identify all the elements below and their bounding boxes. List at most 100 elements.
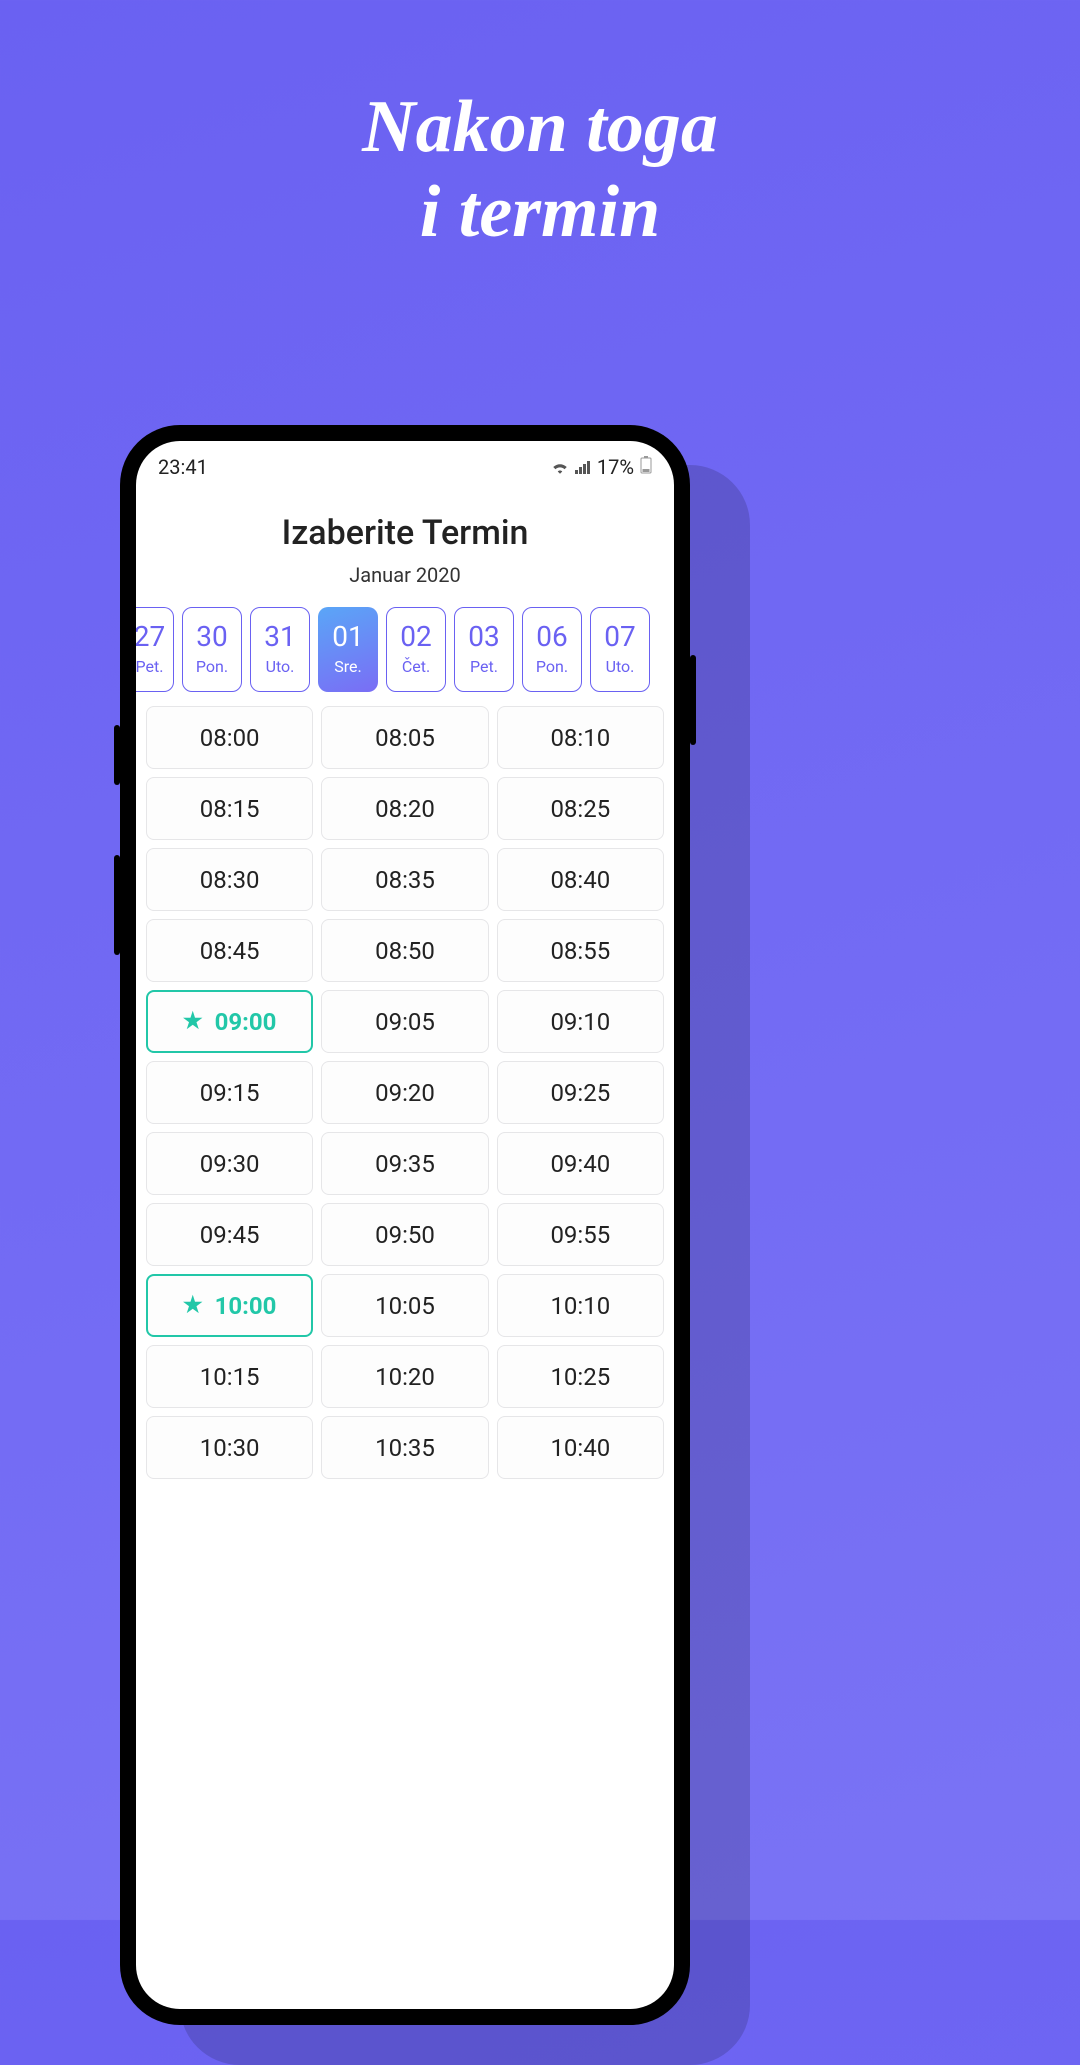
date-day: Uto. xyxy=(266,657,295,676)
time-slot[interactable]: 08:50 xyxy=(321,919,488,982)
time-label: 10:15 xyxy=(200,1363,260,1391)
time-slot[interactable]: 10:05 xyxy=(321,1274,488,1337)
time-label: 09:00 xyxy=(215,1008,277,1036)
star-icon: ★ xyxy=(183,1293,203,1318)
date-day: Pet. xyxy=(136,657,163,676)
date-number: 30 xyxy=(196,623,227,651)
time-label: 10:35 xyxy=(375,1434,435,1462)
date-day: Sre. xyxy=(334,657,361,676)
time-slot[interactable]: 10:25 xyxy=(497,1345,664,1408)
time-slot[interactable]: 09:20 xyxy=(321,1061,488,1124)
date-number: 07 xyxy=(604,623,635,651)
date-day: Uto. xyxy=(606,657,635,676)
time-slot[interactable]: 10:35 xyxy=(321,1416,488,1479)
time-slot[interactable]: 10:20 xyxy=(321,1345,488,1408)
time-label: 08:50 xyxy=(375,937,435,965)
battery-icon xyxy=(640,455,652,479)
time-slot[interactable]: 08:55 xyxy=(497,919,664,982)
phone-volume-up xyxy=(114,725,120,785)
time-slot[interactable]: 08:15 xyxy=(146,777,313,840)
time-slot[interactable]: 09:15 xyxy=(146,1061,313,1124)
date-day: Čet. xyxy=(402,657,430,676)
date-day: Pet. xyxy=(470,657,498,676)
time-label: 08:45 xyxy=(200,937,260,965)
time-label: 09:15 xyxy=(200,1079,260,1107)
wifi-icon xyxy=(551,455,569,479)
time-label: 09:55 xyxy=(550,1221,610,1249)
date-number: 06 xyxy=(536,623,567,651)
time-slot[interactable]: 08:20 xyxy=(321,777,488,840)
date-number: 03 xyxy=(468,623,499,651)
time-label: 10:30 xyxy=(200,1434,260,1462)
time-slot[interactable]: 08:25 xyxy=(497,777,664,840)
time-slot[interactable]: 09:05 xyxy=(321,990,488,1053)
date-card[interactable]: 30 Pon. xyxy=(182,607,242,692)
time-label: 08:00 xyxy=(200,724,260,752)
date-day: Pon. xyxy=(536,657,568,676)
star-icon: ★ xyxy=(183,1009,203,1034)
time-slot[interactable]: ★ 09:00 xyxy=(146,990,313,1053)
time-slot[interactable]: 10:15 xyxy=(146,1345,313,1408)
time-label: 08:30 xyxy=(200,866,260,894)
time-slot[interactable]: ★ 10:00 xyxy=(146,1274,313,1337)
time-slot[interactable]: 09:35 xyxy=(321,1132,488,1195)
date-card[interactable]: 03 Pet. xyxy=(454,607,514,692)
time-slot[interactable]: 08:35 xyxy=(321,848,488,911)
date-number: 27 xyxy=(136,623,165,651)
time-slot[interactable]: 08:00 xyxy=(146,706,313,769)
page-title: Izaberite Termin xyxy=(136,513,674,553)
phone-frame: 23:41 17% Izaberite Termin Januar 2020 2… xyxy=(120,425,690,2025)
status-time: 23:41 xyxy=(158,455,208,479)
time-slot[interactable]: 08:40 xyxy=(497,848,664,911)
time-label: 08:05 xyxy=(375,724,435,752)
time-label: 10:20 xyxy=(375,1363,435,1391)
promo-title: Nakon toga i termin xyxy=(0,85,1080,255)
time-label: 09:30 xyxy=(200,1150,260,1178)
time-label: 08:25 xyxy=(550,795,610,823)
time-slot[interactable]: 08:30 xyxy=(146,848,313,911)
time-slot[interactable]: 10:30 xyxy=(146,1416,313,1479)
time-slot[interactable]: 08:05 xyxy=(321,706,488,769)
date-strip[interactable]: 27 Pet. 30 Pon. 31Uto. 01 Sre. 02 Čet. 03 Pet. 06 Po… xyxy=(136,607,674,706)
time-slot[interactable]: 09:30 xyxy=(146,1132,313,1195)
promo-line-2: i termin xyxy=(420,171,661,253)
date-day: Pon. xyxy=(196,657,228,676)
time-label: 09:50 xyxy=(375,1221,435,1249)
time-label: 08:35 xyxy=(375,866,435,894)
promo-line-1: Nakon toga xyxy=(362,86,718,168)
time-slot[interactable]: 08:45 xyxy=(146,919,313,982)
time-slot[interactable]: 10:10 xyxy=(497,1274,664,1337)
time-slot[interactable]: 09:45 xyxy=(146,1203,313,1266)
date-card[interactable]: 27 Pet. xyxy=(136,607,174,692)
time-slot[interactable]: 09:40 xyxy=(497,1132,664,1195)
date-card[interactable]: 01 Sre. xyxy=(318,607,378,692)
time-label: 10:00 xyxy=(215,1292,277,1320)
battery-percent: 17% xyxy=(597,455,634,479)
time-label: 08:55 xyxy=(550,937,610,965)
time-slot[interactable]: 08:10 xyxy=(497,706,664,769)
time-label: 10:40 xyxy=(550,1434,610,1462)
time-slot[interactable]: 09:55 xyxy=(497,1203,664,1266)
date-card[interactable]: 07 Uto. xyxy=(590,607,650,692)
time-label: 08:15 xyxy=(200,795,260,823)
phone-power-button xyxy=(690,655,696,745)
time-grid: 08:00 08:05 08:10 08:15 08:20 08:25 08:30 08:35… xyxy=(136,706,674,1479)
time-slot[interactable]: 09:50 xyxy=(321,1203,488,1266)
date-number: 01 xyxy=(332,623,363,651)
date-number: 02 xyxy=(400,623,431,651)
time-label: 09:45 xyxy=(200,1221,260,1249)
time-slot[interactable]: 09:10 xyxy=(497,990,664,1053)
time-label: 09:25 xyxy=(550,1079,610,1107)
time-label: 09:20 xyxy=(375,1079,435,1107)
date-card[interactable]: 02 Čet. xyxy=(386,607,446,692)
phone-screen: 23:41 17% Izaberite Termin Januar 2020 2… xyxy=(136,441,674,2009)
time-label: 10:10 xyxy=(550,1292,610,1320)
time-label: 10:25 xyxy=(550,1363,610,1391)
status-right: 17% xyxy=(551,455,652,479)
date-card[interactable]: 06 Pon. xyxy=(522,607,582,692)
time-label: 08:20 xyxy=(375,795,435,823)
time-slot[interactable]: 10:40 xyxy=(497,1416,664,1479)
time-slot[interactable]: 09:25 xyxy=(497,1061,664,1124)
time-label: 09:10 xyxy=(550,1008,610,1036)
date-card[interactable]: 31Uto. xyxy=(250,607,310,692)
